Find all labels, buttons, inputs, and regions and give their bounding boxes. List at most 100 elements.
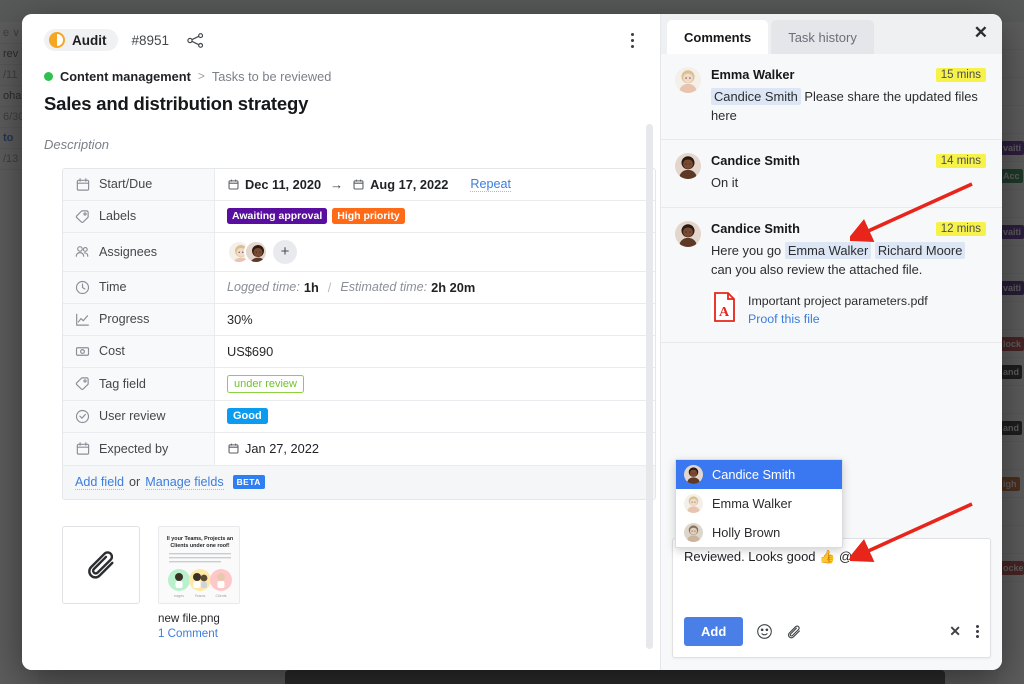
chart-icon — [76, 313, 89, 326]
task-type-label: Audit — [72, 32, 107, 48]
field-value-cell[interactable]: US$690 — [215, 336, 655, 367]
mention-option[interactable]: Emma Walker — [676, 489, 842, 518]
mention-option-label: Emma Walker — [712, 496, 792, 511]
task-detail-pane: Audit #8951 Content management > Tasks t — [22, 14, 660, 670]
repeat-link[interactable]: Repeat — [470, 177, 512, 192]
clear-comment-icon[interactable]: ✕ — [949, 623, 961, 640]
attach-file-icon[interactable] — [786, 624, 802, 640]
add-field-link[interactable]: Add field — [75, 475, 125, 490]
task-type-badge[interactable]: Audit — [44, 29, 118, 52]
comment-composer: Reviewed. Looks good 👍 @ Add ✕ — [672, 538, 991, 658]
comment-author[interactable]: Candice Smith — [711, 221, 800, 236]
assignee-avatars: + — [227, 239, 297, 264]
attachment-upload-dropzone[interactable] — [62, 525, 140, 604]
field-label: Cost — [99, 344, 125, 358]
close-icon[interactable]: ✕ — [974, 24, 988, 41]
field-value-cell[interactable]: Dec 11, 2020 → Aug 17, 2022 Repeat — [215, 169, 655, 200]
emoji-icon[interactable] — [756, 623, 773, 640]
composer-more-icon[interactable] — [976, 623, 979, 640]
mention-option[interactable]: Holly Brown — [676, 518, 842, 547]
add-assignee-button[interactable]: + — [273, 239, 297, 264]
mention-chip[interactable]: Richard Moore — [874, 242, 966, 260]
avatar[interactable] — [244, 239, 268, 264]
comment-timestamp: 14 mins — [935, 153, 986, 168]
field-value-cell[interactable]: 30% — [215, 304, 655, 335]
avatar — [684, 523, 703, 542]
field-value: US$690 — [227, 343, 274, 359]
detail-pane-scrollbar[interactable] — [646, 124, 653, 649]
check-circle-icon — [75, 409, 90, 424]
page-title[interactable]: Sales and distribution strategy — [22, 84, 660, 115]
field-label: Labels — [99, 209, 137, 223]
field-label: Expected by — [99, 441, 169, 456]
label-chip[interactable]: High priority — [332, 208, 405, 224]
avatar[interactable] — [675, 67, 701, 93]
avatar — [684, 494, 703, 513]
field-value-cell[interactable]: under review — [215, 368, 655, 400]
field-value-cell[interactable]: + — [215, 233, 655, 271]
tab-comments[interactable]: Comments — [667, 20, 769, 54]
comment-timestamp: 12 mins — [935, 221, 986, 236]
field-value-cell[interactable]: Awaiting approval High priority — [215, 201, 655, 232]
avatar[interactable] — [675, 153, 701, 180]
description-placeholder[interactable]: Description — [22, 115, 660, 152]
clock-icon — [75, 280, 90, 295]
field-label: Time — [99, 280, 127, 294]
attachment-comment-count[interactable]: 1 Comment — [158, 627, 240, 640]
field-value-cell[interactable]: Good — [215, 401, 655, 432]
expected-date-text: Jan 27, 2022 — [245, 441, 320, 456]
field-value-cell[interactable]: Jan 27, 2022 — [215, 433, 655, 465]
calendar-icon — [76, 177, 90, 191]
comment-text-part: On it — [711, 175, 739, 191]
pdf-icon: A — [711, 290, 738, 328]
pdf-icon: A — [711, 290, 738, 323]
comment-item: Candice Smith 14 mins On it — [661, 140, 1002, 209]
field-table: Start/Due Dec 11, 2020 → Aug 17, 2022 Repeat… — [62, 167, 656, 500]
logged-time-label: Logged time: — [227, 280, 300, 294]
check-circle-icon — [75, 409, 90, 423]
mention-option[interactable]: Candice Smith — [676, 460, 842, 489]
mention-option-label: Holly Brown — [712, 525, 781, 540]
comment-text-part: Here you go — [711, 243, 785, 259]
field-label-cell: Tag field — [63, 367, 215, 400]
comment-input[interactable]: Reviewed. Looks good 👍 @ — [673, 539, 990, 617]
tag-chip[interactable]: under review — [227, 374, 304, 393]
avatar[interactable] — [675, 221, 701, 248]
add-field-or: or — [129, 475, 141, 489]
comment-item: Candice Smith 12 mins Here you go Emma Wal… — [661, 208, 1002, 343]
due-date[interactable]: Aug 17, 2022 — [352, 177, 448, 192]
field-row: Tag field under review — [63, 367, 655, 401]
comment-text-part: can you also review the attached file. — [711, 261, 923, 277]
comment-author[interactable]: Emma Walker — [711, 67, 794, 82]
workflow-icon[interactable] — [187, 32, 204, 48]
field-label-cell: Labels — [63, 200, 215, 232]
add-comment-button[interactable]: Add — [684, 617, 744, 646]
field-value-cell[interactable]: Logged time: 1h / Estimated time: 2h 20m — [215, 272, 655, 303]
label-chip[interactable]: Awaiting approval — [227, 208, 328, 224]
field-label-cell: User review — [63, 400, 215, 432]
mention-chip[interactable]: Emma Walker — [784, 242, 872, 260]
label-icon — [75, 376, 90, 391]
calendar-icon — [228, 443, 239, 454]
expected-date[interactable]: Jan 27, 2022 — [227, 441, 319, 456]
mention-chip[interactable]: Candice Smith — [711, 88, 801, 105]
beta-badge: BETA — [232, 475, 265, 489]
proof-file-link[interactable]: Proof this file — [748, 312, 928, 326]
manage-fields-link[interactable]: Manage fields — [145, 475, 224, 490]
tab-task-history[interactable]: Task history — [771, 20, 874, 54]
label-icon — [75, 209, 89, 223]
logged-time-value[interactable]: 1h — [304, 280, 319, 295]
attachment-thumbnail[interactable]: ll your Teams, Projects an Clients under… — [158, 525, 240, 604]
task-more-menu[interactable] — [623, 28, 643, 53]
review-chip[interactable]: Good — [227, 408, 268, 424]
breadcrumb-list[interactable]: Tasks to be reviewed — [212, 69, 332, 84]
start-date[interactable]: Dec 11, 2020 — [227, 177, 321, 192]
comment-author[interactable]: Candice Smith — [711, 153, 800, 168]
chart-icon — [75, 312, 90, 327]
comment-timestamp: 15 mins — [935, 67, 986, 82]
estimated-time-value[interactable]: 2h 20m — [431, 280, 475, 295]
paperclip-icon — [88, 550, 114, 579]
comment-attachment: A Important project parameters.pdf Proof t… — [711, 290, 986, 328]
breadcrumb-project[interactable]: Content management — [60, 69, 191, 84]
audit-status-icon — [49, 32, 65, 49]
